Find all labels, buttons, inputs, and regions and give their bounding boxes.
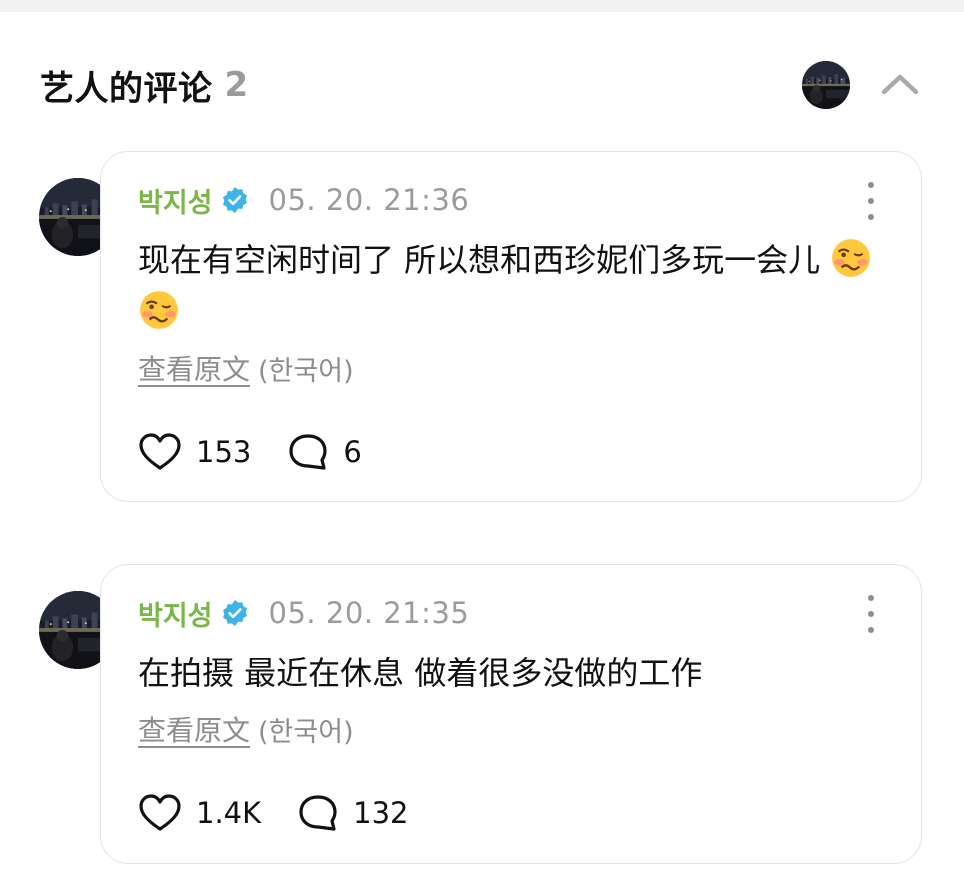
woozy-face-emoji <box>138 289 180 331</box>
chevron-up-icon <box>881 74 919 95</box>
more-options-button[interactable] <box>861 182 881 220</box>
timestamp: 05. 20. 21:36 <box>268 183 470 217</box>
section-header: 艺人的评论 2 <box>40 60 248 110</box>
comment-actions: 153 6 <box>138 430 362 474</box>
comment-card: 박지성 05. 20. 21:35 在拍摄 最近在休息 做着很多没做的工作 查看… <box>100 564 922 864</box>
translation-row: 查看原文 (한국어) <box>138 709 354 749</box>
author-name[interactable]: 박지성 <box>138 594 213 633</box>
like-button[interactable]: 153 <box>138 432 251 472</box>
like-count: 153 <box>196 435 252 469</box>
comment-body: 现在有空闲时间了 所以想和西珍妮们多玩一会儿 <box>138 241 821 279</box>
section-title: 艺人的评论 <box>40 68 213 109</box>
view-original-link[interactable]: 查看原文 <box>138 348 250 388</box>
header-avatar[interactable] <box>802 61 850 109</box>
timestamp: 05. 20. 21:35 <box>268 596 470 630</box>
comment-body: 在拍摄 最近在休息 做着很多没做的工作 <box>138 654 703 692</box>
comment-meta: 박지성 05. 20. 21:36 <box>138 180 469 220</box>
verified-badge-icon <box>221 599 249 627</box>
comment-bubble-icon <box>299 795 337 831</box>
reply-count: 132 <box>353 796 409 830</box>
comment-count: 2 <box>224 65 249 105</box>
reply-button[interactable]: 6 <box>287 432 362 472</box>
comment-card: 박지성 05. 20. 21:36 现在有空闲时间了 所以想和西珍妮们多玩一会儿… <box>100 151 922 502</box>
reply-button[interactable]: 132 <box>297 793 409 833</box>
comment-actions: 1.4K 132 <box>138 791 409 835</box>
heart-icon <box>139 433 181 470</box>
top-strip <box>0 0 964 12</box>
verified-badge-icon <box>221 186 249 214</box>
more-vertical-icon <box>868 182 874 188</box>
original-language: (한국어) <box>258 716 354 748</box>
comment-text: 现在有空闲时间了 所以想和西珍妮们多玩一会儿 <box>138 234 898 338</box>
like-count: 1.4K <box>196 796 262 830</box>
comment-bubble-icon <box>289 434 327 470</box>
reply-count: 6 <box>343 435 362 469</box>
original-language: (한국어) <box>258 355 354 387</box>
woozy-face-emoji <box>830 237 872 279</box>
like-button[interactable]: 1.4K <box>138 793 261 833</box>
more-vertical-icon <box>868 595 874 601</box>
author-name[interactable]: 박지성 <box>138 181 213 220</box>
translation-row: 查看原文 (한국어) <box>138 348 354 388</box>
comment-text: 在拍摄 最近在休息 做着很多没做的工作 <box>138 647 898 699</box>
comment-meta: 박지성 05. 20. 21:35 <box>138 593 469 633</box>
view-original-link[interactable]: 查看原文 <box>138 709 250 749</box>
heart-icon <box>139 794 181 831</box>
collapse-button[interactable] <box>876 62 924 106</box>
more-options-button[interactable] <box>861 595 881 633</box>
